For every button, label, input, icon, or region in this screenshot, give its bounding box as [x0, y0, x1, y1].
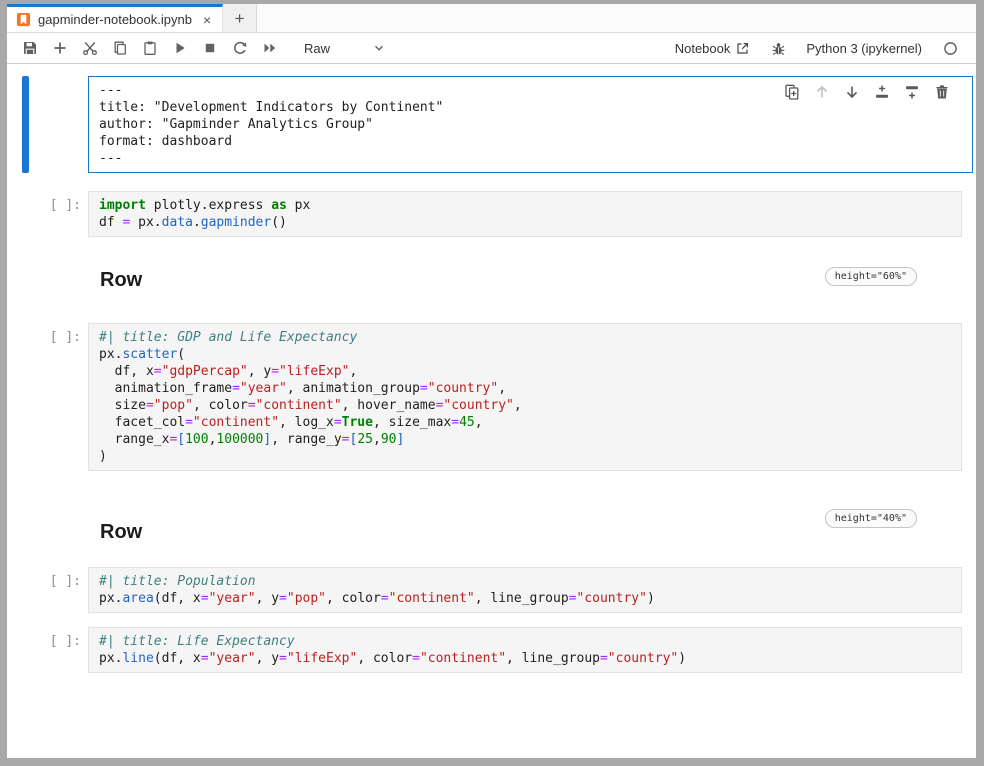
paste-icon[interactable]	[142, 40, 158, 56]
toolbar-right-group: Notebook Python 3 (ipykernel)	[675, 40, 958, 56]
kernel-name-label[interactable]: Python 3 (ipykernel)	[806, 41, 922, 56]
row-heading: Row	[100, 519, 142, 545]
active-cell-collapser[interactable]	[22, 76, 29, 173]
raw-cell-editor[interactable]: ---title: "Development Indicators by Con…	[88, 76, 973, 173]
external-link-icon	[735, 41, 750, 56]
cell-collapser[interactable]	[22, 567, 29, 613]
notebook-mode-label: Notebook	[675, 41, 731, 56]
move-down-icon[interactable]	[843, 83, 860, 100]
delete-icon[interactable]	[933, 83, 950, 100]
code-cell-source[interactable]: #| title: GDP and Life Expectancypx.scat…	[99, 329, 951, 465]
notebook-mode-button[interactable]: Notebook	[675, 41, 751, 56]
cell-margin	[7, 567, 22, 613]
notebook-panel[interactable]: ---title: "Development Indicators by Con…	[7, 64, 976, 758]
move-up-icon[interactable]	[813, 83, 830, 100]
duplicate-icon[interactable]	[783, 83, 800, 100]
cell-code-scatter: [ ]: #| title: GDP and Life Expectancypx…	[7, 323, 976, 471]
cell-prompt: [ ]:	[29, 191, 88, 237]
height-badge: height="40%"	[825, 509, 917, 528]
code-cell-editor[interactable]: #| title: GDP and Life Expectancypx.scat…	[88, 323, 962, 471]
tab-title: gapminder-notebook.ipynb	[38, 12, 192, 27]
jupyterlab-app: gapminder-notebook.ipynb × +	[7, 4, 976, 758]
cell-type-value: Raw	[304, 41, 330, 56]
run-icon[interactable]	[172, 40, 188, 56]
code-cell-editor[interactable]: import plotly.express as pxdf = px.data.…	[88, 191, 962, 237]
code-cell-editor[interactable]: #| title: Populationpx.area(df, x="year"…	[88, 567, 962, 613]
tab-bar-empty-space	[257, 4, 976, 32]
cell-collapser[interactable]	[22, 191, 29, 237]
copy-icon[interactable]	[112, 40, 128, 56]
run-all-icon[interactable]	[262, 40, 278, 56]
code-cell-source[interactable]: import plotly.express as pxdf = px.data.…	[99, 197, 951, 231]
debugger-bug-icon[interactable]	[770, 40, 786, 56]
tab-bar: gapminder-notebook.ipynb × +	[7, 4, 976, 33]
code-cell-source[interactable]: #| title: Populationpx.area(df, x="year"…	[99, 573, 951, 607]
save-icon[interactable]	[22, 40, 38, 56]
restart-icon[interactable]	[232, 40, 248, 56]
code-cell-editor[interactable]: #| title: Life Expectancypx.line(df, x="…	[88, 627, 962, 673]
cell-code-import: [ ]: import plotly.express as pxdf = px.…	[7, 191, 976, 237]
tab-gapminder-notebook[interactable]: gapminder-notebook.ipynb ×	[7, 4, 223, 32]
markdown-cell-row-1[interactable]: Row height="60%"	[100, 267, 976, 293]
cell-margin	[7, 76, 22, 173]
cell-margin	[7, 191, 22, 237]
cell-prompt	[29, 76, 88, 173]
insert-above-icon[interactable]	[873, 83, 890, 100]
cell-code-line: [ ]: #| title: Life Expectancypx.line(df…	[7, 627, 976, 673]
chevron-down-icon	[372, 41, 386, 55]
cell-margin	[7, 323, 22, 471]
cell-margin	[7, 627, 22, 673]
stop-icon[interactable]	[202, 40, 218, 56]
insert-below-icon[interactable]	[903, 83, 920, 100]
notebook-file-icon	[16, 12, 31, 27]
cell-type-select[interactable]: Raw	[304, 41, 386, 56]
cell-collapser[interactable]	[22, 323, 29, 471]
notebook-toolbar: Raw Notebook	[7, 33, 976, 64]
new-tab-button[interactable]: +	[223, 4, 257, 32]
row-heading: Row	[100, 267, 142, 293]
code-cell-source[interactable]: #| title: Life Expectancypx.line(df, x="…	[99, 633, 951, 667]
add-cell-icon[interactable]	[52, 40, 68, 56]
tab-close-icon[interactable]: ×	[203, 13, 211, 27]
markdown-cell-row-2[interactable]: Row height="40%"	[100, 519, 976, 545]
cell-raw-frontmatter: ---title: "Development Indicators by Con…	[7, 76, 976, 173]
cell-prompt: [ ]:	[29, 627, 88, 673]
cell-prompt: [ ]:	[29, 567, 88, 613]
cell-toolbar	[783, 83, 950, 100]
window-frame: { "tab": { "title": "gapminder-notebook.…	[0, 0, 984, 766]
cell-prompt: [ ]:	[29, 323, 88, 471]
cell-collapser[interactable]	[22, 627, 29, 673]
cell-code-area: [ ]: #| title: Populationpx.area(df, x="…	[7, 567, 976, 613]
kernel-status-icon[interactable]	[942, 40, 958, 56]
cut-icon[interactable]	[82, 40, 98, 56]
height-badge: height="60%"	[825, 267, 917, 286]
